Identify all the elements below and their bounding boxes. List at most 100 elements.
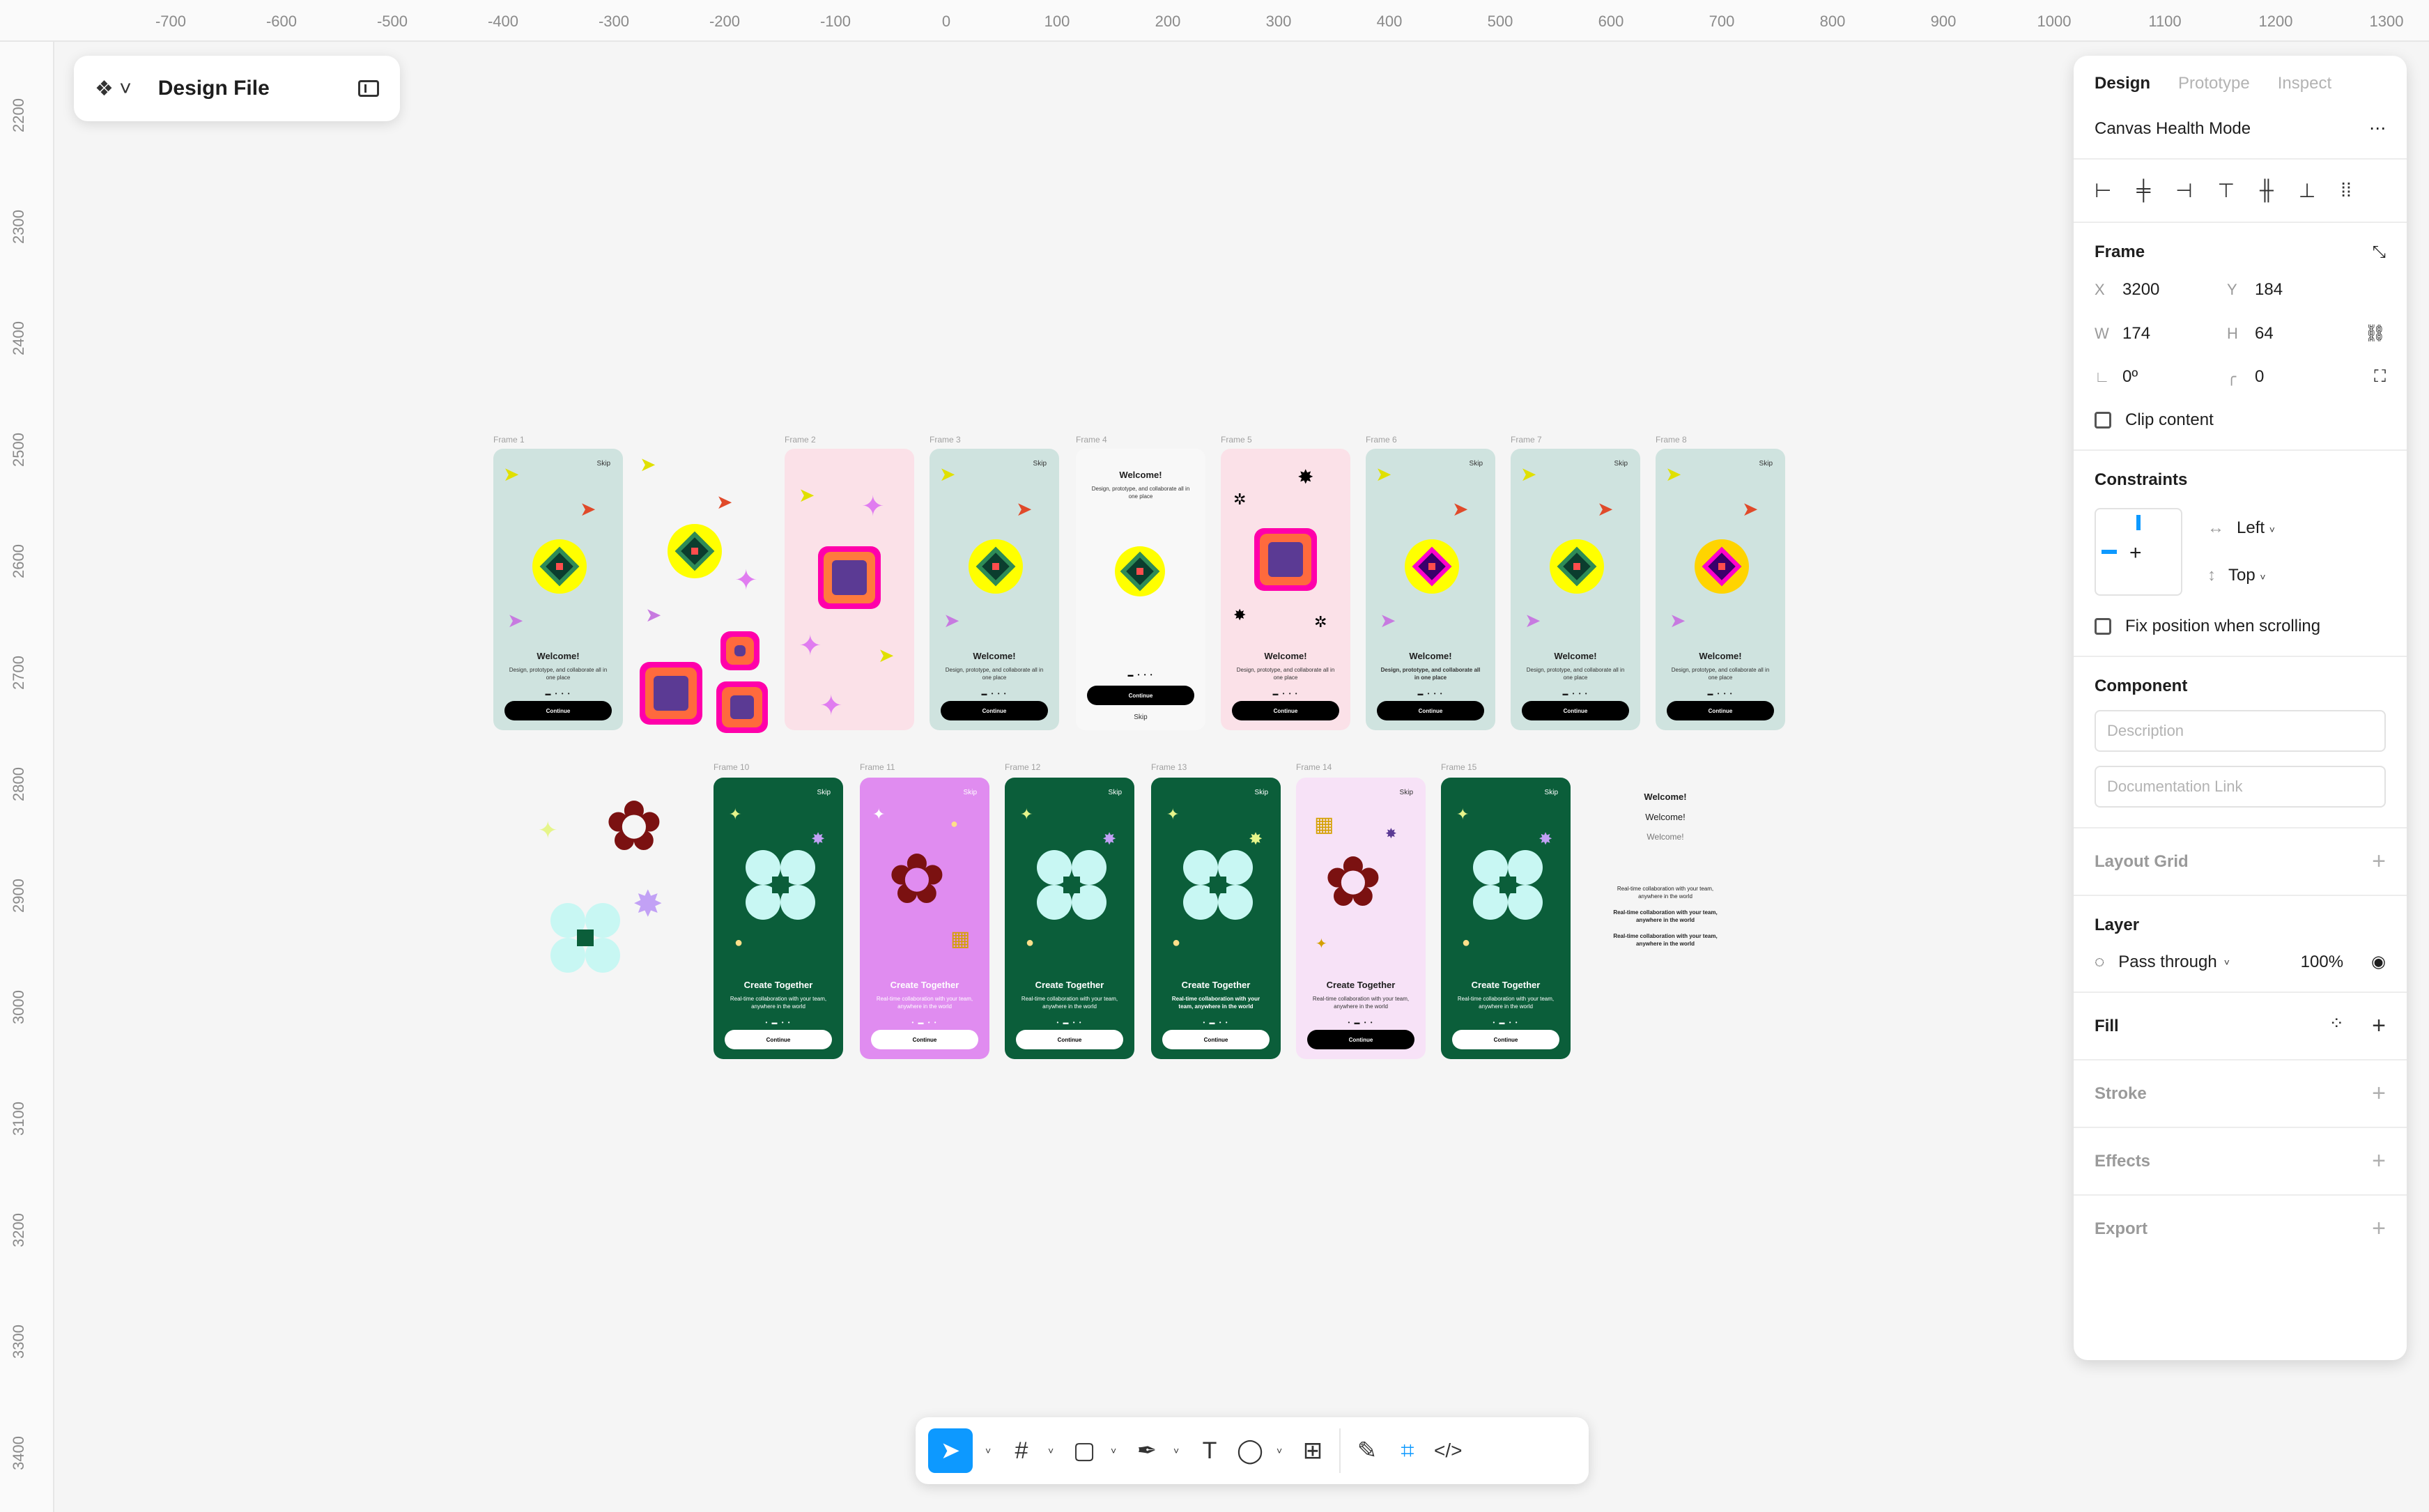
chevron-down-icon[interactable]: ˅: [1111, 1445, 1120, 1456]
frame-12[interactable]: Skip ✦ ✸ ● Create Together Real-time col…: [1005, 778, 1134, 1059]
add-layout-grid-icon[interactable]: +: [2372, 848, 2386, 875]
sidebar-toggle-icon[interactable]: [358, 80, 379, 97]
dev-mode-icon[interactable]: </>: [1434, 1428, 1462, 1473]
text-style-regular[interactable]: Welcome!: [1610, 812, 1721, 822]
continue-button[interactable]: Continue: [1232, 701, 1339, 720]
add-fill-icon[interactable]: +: [2372, 1012, 2386, 1040]
file-title[interactable]: Design File: [158, 77, 270, 100]
tab-prototype[interactable]: Prototype: [2178, 74, 2250, 93]
pointer-icon[interactable]: ➤: [645, 603, 661, 626]
continue-button[interactable]: Continue: [1087, 686, 1194, 705]
align-vcenter-icon[interactable]: ╫: [2260, 179, 2274, 202]
frame-11[interactable]: Skip ✦ ● ✿ ▦ Create Together Real-time c…: [860, 778, 989, 1059]
continue-button[interactable]: Continue: [871, 1030, 978, 1049]
continue-button[interactable]: Continue: [1307, 1030, 1414, 1049]
sparkle-icon[interactable]: ✦: [734, 564, 758, 596]
chevron-down-icon[interactable]: ˅: [985, 1445, 995, 1456]
continue-button[interactable]: Continue: [941, 701, 1048, 720]
frame-label[interactable]: Frame 8: [1656, 435, 1687, 445]
continue-button[interactable]: Continue: [1377, 701, 1484, 720]
documentation-link-input[interactable]: Documentation Link: [2095, 766, 2386, 808]
flower-shape[interactable]: ✿: [605, 792, 663, 861]
skip-label[interactable]: Skip: [1076, 713, 1205, 721]
align-right-icon[interactable]: ⊣: [2175, 179, 2192, 202]
independent-corners-icon[interactable]: ⛶: [2374, 367, 2386, 387]
square-stack-shape[interactable]: [720, 631, 759, 670]
x-field[interactable]: 3200: [2122, 280, 2227, 300]
tab-inspect[interactable]: Inspect: [2278, 74, 2331, 93]
frame-label[interactable]: Frame 14: [1296, 762, 1332, 772]
square-stack-shape[interactable]: [716, 681, 768, 733]
text-style-light[interactable]: Welcome!: [1610, 832, 1721, 842]
align-bottom-icon[interactable]: ⊥: [2299, 179, 2315, 202]
frame-6[interactable]: Skip ➤ ➤ ➤ Welcome! Design, prototype, a…: [1366, 449, 1495, 730]
move-tool-icon[interactable]: ➤: [928, 1428, 973, 1473]
h-field[interactable]: 64: [2255, 324, 2359, 344]
text-style-body-strong[interactable]: Real-time collaboration with your team, …: [1610, 932, 1721, 948]
align-left-icon[interactable]: ⊢: [2095, 179, 2111, 202]
chevron-down-icon[interactable]: ˅: [1173, 1445, 1183, 1456]
chevron-down-icon[interactable]: ˅: [1048, 1445, 1058, 1456]
rectangle-tool-icon[interactable]: ▢: [1070, 1428, 1098, 1473]
more-icon[interactable]: ⋯: [2369, 118, 2386, 139]
frame-5[interactable]: ✸ ✲ ✸ ✲ Welcome! Design, prototype, and …: [1221, 449, 1350, 730]
frame-8[interactable]: Skip ➤ ➤ ➤ Welcome! Design, prototype, a…: [1656, 449, 1785, 730]
frame-label[interactable]: Frame 3: [930, 435, 961, 445]
rotation-field[interactable]: 0º: [2122, 367, 2227, 387]
add-export-icon[interactable]: +: [2372, 1215, 2386, 1242]
frame-13[interactable]: Skip ✦ ✸ ● Create Together Real-time col…: [1151, 778, 1281, 1059]
flower-shape[interactable]: [550, 903, 620, 973]
frame-14[interactable]: Skip ▦ ✸ ✿ ✦ Create Together Real-time c…: [1296, 778, 1426, 1059]
text-style-body[interactable]: Real-time collaboration with your team, …: [1610, 885, 1721, 900]
radius-field[interactable]: 0: [2255, 367, 2359, 387]
chevron-down-icon[interactable]: ˅: [1277, 1445, 1286, 1456]
text-styles-group[interactable]: Welcome! Welcome! Welcome! Real-time col…: [1610, 792, 1721, 948]
frame-label[interactable]: Frame 13: [1151, 762, 1187, 772]
distribute-icon[interactable]: ⁞⁞: [2341, 179, 2352, 202]
frame-label[interactable]: Frame 12: [1005, 762, 1040, 772]
frame-label[interactable]: Frame 7: [1511, 435, 1542, 445]
text-style-bold[interactable]: Welcome!: [1610, 792, 1721, 802]
text-tool-icon[interactable]: T: [1196, 1428, 1224, 1473]
continue-button[interactable]: Continue: [1522, 701, 1629, 720]
comment-tool-icon[interactable]: ◯: [1236, 1428, 1264, 1473]
frame-7[interactable]: Skip ➤ ➤ ➤ Welcome! Design, prototype, a…: [1511, 449, 1640, 730]
continue-button[interactable]: Continue: [1452, 1030, 1559, 1049]
frame-label[interactable]: Frame 5: [1221, 435, 1252, 445]
figma-logo-icon[interactable]: ❖ ˅: [95, 77, 132, 101]
frame-label[interactable]: Frame 2: [785, 435, 816, 445]
fix-position-checkbox[interactable]: [2095, 618, 2111, 635]
continue-button[interactable]: Continue: [725, 1030, 832, 1049]
styles-grid-icon[interactable]: ⁘: [2329, 1012, 2344, 1040]
frame-tool-icon[interactable]: #: [1008, 1428, 1035, 1473]
y-field[interactable]: 184: [2255, 280, 2359, 300]
continue-button[interactable]: Continue: [1016, 1030, 1123, 1049]
frame-dropdown[interactable]: Frame: [2095, 242, 2145, 262]
align-top-icon[interactable]: ⊤: [2218, 179, 2235, 202]
frame-label[interactable]: Frame 1: [493, 435, 525, 445]
frame-4[interactable]: Welcome! Design, prototype, and collabor…: [1076, 449, 1205, 730]
sparkle-icon[interactable]: ✸: [633, 884, 663, 925]
frame-label[interactable]: Frame 10: [714, 762, 749, 772]
align-hcenter-icon[interactable]: ╪: [2136, 179, 2150, 202]
opacity-field[interactable]: 100%: [2301, 952, 2343, 972]
frame-label[interactable]: Frame 4: [1076, 435, 1107, 445]
description-input[interactable]: Description: [2095, 710, 2386, 752]
w-field[interactable]: 174: [2122, 324, 2227, 344]
square-stack-shape[interactable]: [640, 662, 702, 725]
constrain-proportions-icon[interactable]: ⛓: [2365, 323, 2386, 344]
pen-tool-icon[interactable]: ✒: [1133, 1428, 1161, 1473]
frame-2[interactable]: ➤ ✦ ✦ ➤ ✦: [785, 449, 914, 730]
design-mode-icon[interactable]: ⌗: [1394, 1428, 1421, 1473]
horizontal-constraint-select[interactable]: Left: [2237, 518, 2265, 537]
blend-mode-select[interactable]: Pass through: [2118, 952, 2216, 972]
tab-design[interactable]: Design: [2095, 74, 2150, 93]
frame-15[interactable]: Skip ✦ ✸ ● Create Together Real-time col…: [1441, 778, 1571, 1059]
frame-label[interactable]: Frame 11: [860, 762, 895, 772]
badge-shape[interactable]: [668, 524, 722, 578]
add-stroke-icon[interactable]: +: [2372, 1080, 2386, 1107]
frame-1[interactable]: Skip ➤ ➤ ➤ Welcome! Design, prototype, a…: [493, 449, 623, 730]
constraints-widget[interactable]: +: [2095, 508, 2182, 596]
clip-content-checkbox[interactable]: [2095, 412, 2111, 429]
shrink-icon[interactable]: ⤡: [2373, 242, 2386, 262]
